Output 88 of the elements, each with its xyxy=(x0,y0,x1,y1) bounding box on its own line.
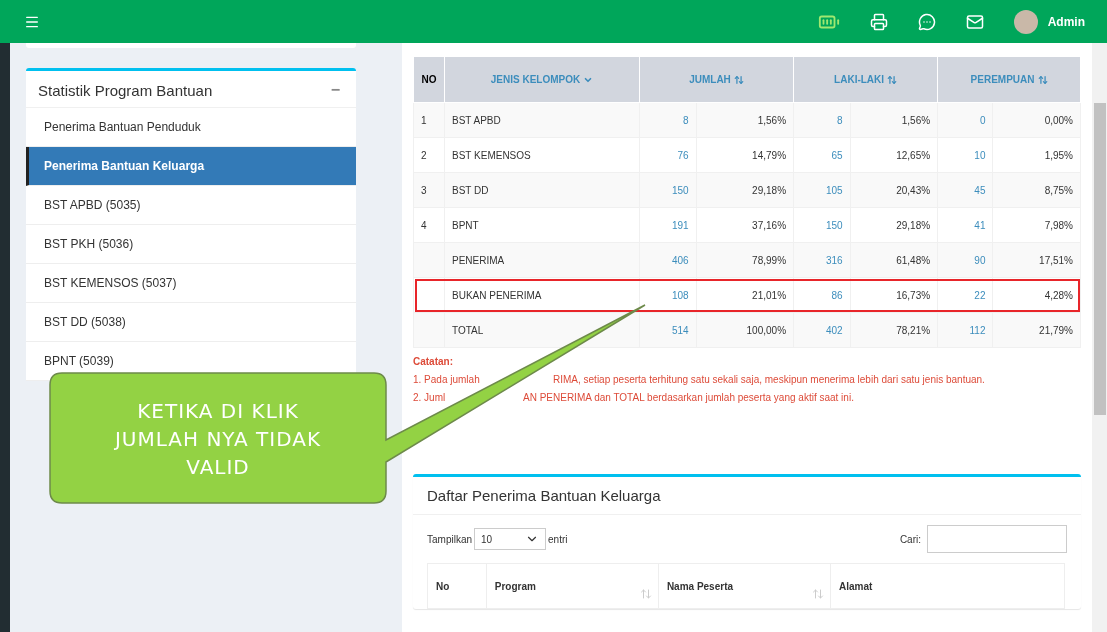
count-link[interactable]: 316 xyxy=(793,242,851,278)
sort-icon[interactable] xyxy=(639,588,652,600)
table-cell: 16,73% xyxy=(850,277,938,313)
sort-icon[interactable] xyxy=(733,75,744,86)
count-link[interactable]: 8 xyxy=(793,102,851,138)
table-cell: 29,18% xyxy=(696,172,794,208)
note-text: RIMA, setiap peserta terhitung satu sekali saja, meskipun menerima lebih dari satu jenis bantuan. xyxy=(553,373,985,387)
callout-text: JUMLAH NYA TIDAK xyxy=(114,427,322,451)
table-cell: 78,99% xyxy=(696,242,794,278)
sort-icon[interactable] xyxy=(812,588,824,600)
callout-text: VALID xyxy=(186,455,250,479)
column-header[interactable]: Nama Peserta xyxy=(658,563,831,609)
count-link[interactable]: 191 xyxy=(639,207,697,243)
count-link[interactable]: 105 xyxy=(793,172,851,208)
table-cell: 1 xyxy=(413,102,445,138)
entries-label: entri xyxy=(548,533,568,545)
table-cell: 29,18% xyxy=(850,207,938,243)
count-link[interactable]: 150 xyxy=(793,207,851,243)
note-text: AN PENERIMA dan TOTAL berdasarkan jumlah peserta yang aktif saat ini. xyxy=(523,391,854,405)
table-cell: 100,00% xyxy=(696,312,794,348)
table-cell: PENERIMA xyxy=(444,242,640,278)
table-cell: 20,43% xyxy=(850,172,938,208)
table-cell: BST KEMENSOS xyxy=(444,137,640,173)
column-header[interactable]: JENIS KELOMPOK xyxy=(444,56,640,103)
table-cell: 8,75% xyxy=(992,172,1081,208)
table-cell: BST DD xyxy=(444,172,640,208)
table-cell: 78,21% xyxy=(850,312,938,348)
table-cell: 1,56% xyxy=(850,102,938,138)
printer-icon[interactable] xyxy=(869,12,888,31)
count-link[interactable]: 90 xyxy=(937,242,993,278)
table-cell: 2 xyxy=(413,137,445,173)
column-header: Alamat xyxy=(830,563,1065,609)
page-size-select[interactable]: 10 xyxy=(474,528,547,550)
search-field[interactable] xyxy=(927,525,1067,553)
table-cell: 12,65% xyxy=(850,137,938,173)
table-cell: BST APBD xyxy=(444,102,640,138)
search-label: Cari: xyxy=(899,533,921,545)
table-cell: 61,48% xyxy=(850,242,938,278)
collapse-button[interactable]: − xyxy=(326,81,344,99)
table-cell: 21,79% xyxy=(992,312,1081,348)
callout-text: KETIKA DI KLIK xyxy=(137,399,299,423)
table-cell: 7,98% xyxy=(992,207,1081,243)
scrollbar[interactable] xyxy=(1092,43,1107,632)
mail-icon[interactable] xyxy=(965,12,984,31)
user-name[interactable]: Admin xyxy=(1047,14,1085,29)
count-link[interactable]: 406 xyxy=(639,242,697,278)
column-header[interactable]: LAKI-LAKI xyxy=(793,56,938,103)
table-cell: 17,51% xyxy=(992,242,1081,278)
column-header[interactable]: PEREMPUAN xyxy=(937,56,1081,103)
table-cell: 4,28% xyxy=(992,277,1081,313)
note-text: 1. Pada jumlah xyxy=(413,374,480,385)
count-link[interactable]: 150 xyxy=(639,172,697,208)
column-header: No xyxy=(427,563,487,609)
column-header: NO xyxy=(413,56,445,103)
table-cell: 1,95% xyxy=(992,137,1081,173)
table-cell: 0,00% xyxy=(992,102,1081,138)
table-cell: BUKAN PENERIMA xyxy=(444,277,640,313)
table-cell: 4 xyxy=(413,207,445,243)
notes-title: Catatan: xyxy=(413,355,454,369)
sidebar-item[interactable]: Penerima Bantuan Keluarga xyxy=(26,147,356,186)
count-link[interactable]: 45 xyxy=(937,172,993,208)
avatar[interactable] xyxy=(1013,9,1038,34)
table-cell: BPNT xyxy=(444,207,640,243)
panel-title: Statistik Program Bantuan xyxy=(38,81,213,99)
show-label: Tampilkan xyxy=(427,533,473,545)
note-text: 2. Juml xyxy=(413,392,446,403)
count-link[interactable]: 0 xyxy=(937,102,993,138)
count-link[interactable]: 514 xyxy=(639,312,697,348)
count-link[interactable]: 41 xyxy=(937,207,993,243)
count-link[interactable]: 22 xyxy=(937,277,993,313)
table-cell: 3 xyxy=(413,172,445,208)
chat-icon[interactable] xyxy=(917,12,936,31)
count-link[interactable]: 10 xyxy=(937,137,993,173)
table-cell: 1,56% xyxy=(696,102,794,138)
table-cell: 14,79% xyxy=(696,137,794,173)
column-header[interactable]: Program xyxy=(486,563,659,609)
count-link[interactable]: 402 xyxy=(793,312,851,348)
count-link[interactable]: 8 xyxy=(639,102,697,138)
panel-title: Daftar Penerima Bantuan Keluarga xyxy=(413,477,1081,515)
sort-icon[interactable] xyxy=(1037,75,1048,86)
table-cell: 37,16% xyxy=(696,207,794,243)
table-cell: 21,01% xyxy=(696,277,794,313)
count-link[interactable]: 86 xyxy=(793,277,851,313)
count-link[interactable]: 76 xyxy=(639,137,697,173)
count-link[interactable]: 112 xyxy=(937,312,993,348)
count-link[interactable]: 65 xyxy=(793,137,851,173)
column-header[interactable]: JUMLAH xyxy=(639,56,794,103)
sort-icon[interactable] xyxy=(887,75,898,86)
